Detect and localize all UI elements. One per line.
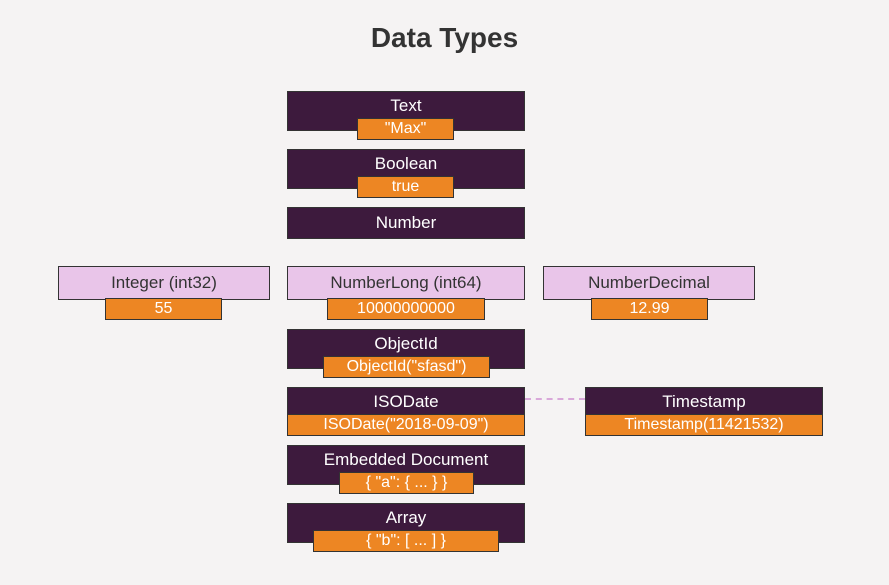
type-isodate-label: ISODate bbox=[373, 392, 438, 411]
example-array: { "b": [ ... ] } bbox=[313, 530, 499, 552]
example-int32: 55 bbox=[105, 298, 222, 320]
example-array-value: { "b": [ ... ] } bbox=[366, 532, 446, 550]
example-objectid: ObjectId("sfasd") bbox=[323, 356, 490, 378]
example-int64-value: 10000000000 bbox=[357, 300, 455, 318]
type-int64-label: NumberLong (int64) bbox=[330, 273, 481, 293]
type-int32: Integer (int32) bbox=[58, 266, 270, 300]
type-decimal: NumberDecimal bbox=[543, 266, 755, 300]
diagram-canvas: Text "Max" Boolean true Number Integer (… bbox=[0, 64, 889, 584]
example-boolean-value: true bbox=[392, 178, 420, 196]
example-int64: 10000000000 bbox=[327, 298, 485, 320]
example-timestamp: Timestamp(11421532) bbox=[585, 414, 823, 436]
type-embedded-label: Embedded Document bbox=[324, 450, 488, 469]
example-embedded-value: { "a": { ... } } bbox=[366, 474, 448, 492]
example-timestamp-value: Timestamp(11421532) bbox=[624, 416, 783, 434]
example-isodate: ISODate("2018-09-09") bbox=[287, 414, 525, 436]
example-decimal: 12.99 bbox=[591, 298, 708, 320]
type-text-label: Text bbox=[390, 96, 421, 115]
example-decimal-value: 12.99 bbox=[629, 300, 669, 318]
example-boolean: true bbox=[357, 176, 454, 198]
type-timestamp-label: Timestamp bbox=[662, 392, 745, 411]
example-objectid-value: ObjectId("sfasd") bbox=[347, 358, 467, 376]
type-number-label: Number bbox=[376, 213, 436, 232]
type-int64: NumberLong (int64) bbox=[287, 266, 525, 300]
example-text-value: "Max" bbox=[385, 120, 427, 138]
page-title: Data Types bbox=[0, 0, 889, 64]
type-number: Number bbox=[287, 207, 525, 239]
type-decimal-label: NumberDecimal bbox=[588, 273, 710, 293]
type-array-label: Array bbox=[386, 508, 427, 527]
connector-isodate-timestamp bbox=[525, 398, 585, 400]
example-text: "Max" bbox=[357, 118, 454, 140]
example-embedded: { "a": { ... } } bbox=[339, 472, 474, 494]
type-boolean-label: Boolean bbox=[375, 154, 437, 173]
example-int32-value: 55 bbox=[155, 300, 173, 318]
type-objectid-label: ObjectId bbox=[374, 334, 437, 353]
type-int32-label: Integer (int32) bbox=[111, 273, 217, 293]
example-isodate-value: ISODate("2018-09-09") bbox=[323, 416, 488, 434]
